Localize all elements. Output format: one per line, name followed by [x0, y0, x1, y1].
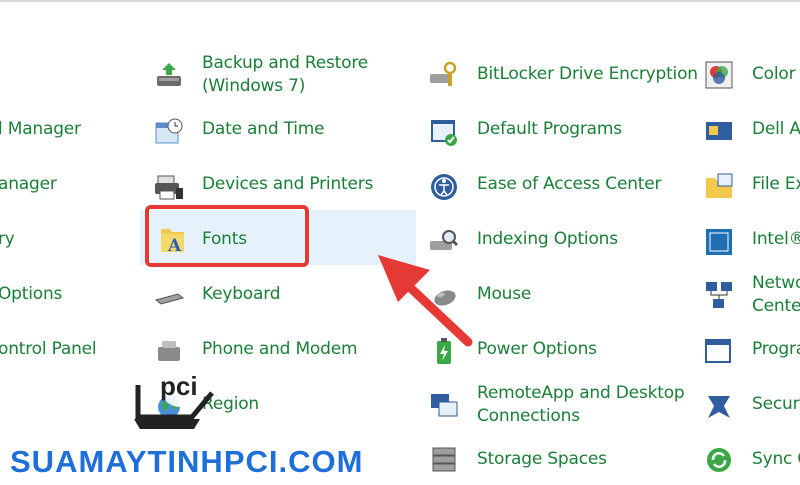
control-panel-item-file-explorer[interactable]: File Ex [700, 170, 800, 210]
control-panel-item-devices-printers[interactable]: Devices and Printers [150, 170, 410, 210]
backup-restore-icon [157, 63, 181, 86]
bitlocker-icon [430, 61, 457, 86]
annotation-red-box [145, 205, 309, 267]
control-panel-item-intel[interactable]: Intel® [700, 225, 800, 265]
watermark-text: SUAMAYTINHPCI.COM [10, 444, 364, 479]
storage-spaces-icon [432, 447, 456, 472]
watermark-logo-text: pci [160, 371, 198, 401]
ease-of-access-icon [431, 174, 457, 200]
control-panel-item-history[interactable]: ry [0, 228, 100, 268]
watermark-logo: pci [134, 367, 214, 429]
color-icon [705, 61, 733, 89]
default-programs-icon [431, 120, 457, 146]
item-label: Default Programs [477, 119, 622, 139]
control-panel-item-network-sharing[interactable]: Netwo Cente [700, 272, 800, 320]
sync-icon [707, 448, 731, 472]
item-label-line2: Connections [477, 406, 580, 426]
programs-icon [705, 339, 731, 363]
item-label-line2: Cente [752, 296, 800, 316]
control-panel-item-bitlocker[interactable]: BitLocker Drive Encryption [425, 60, 698, 100]
item-label: Progra [752, 339, 800, 359]
date-time-icon [155, 118, 183, 144]
item-label: ontrol Panel [0, 339, 97, 359]
control-panel-item-device-manager[interactable]: l Manager [0, 118, 100, 158]
file-explorer-icon [706, 173, 733, 198]
item-label: anager [0, 174, 57, 194]
item-label: Keyboard [202, 284, 281, 304]
item-label: Date and Time [202, 119, 325, 139]
control-panel-item-security-maintenance[interactable]: Securi [700, 390, 800, 430]
item-label: Intel® [752, 229, 800, 249]
item-label-line1: Backup and Restore [202, 53, 369, 73]
item-label-line2: (Windows 7) [202, 76, 306, 96]
control-panel-item-nvidia-control-panel[interactable]: ontrol Panel [0, 338, 100, 378]
control-panel-item-color-management[interactable]: Color [700, 60, 800, 100]
top-border [0, 0, 800, 2]
security-icon [708, 396, 730, 418]
control-panel-item-default-programs[interactable]: Default Programs [425, 115, 695, 155]
item-label-line1: Netwo [752, 273, 800, 293]
item-label: Securi [752, 394, 800, 414]
control-panel-item-credential-manager[interactable]: anager [0, 173, 100, 213]
item-label: BitLocker Drive Encryption [477, 64, 698, 84]
control-panel-item-ease-of-access[interactable]: Ease of Access Center [425, 170, 695, 210]
control-panel-item-storage-spaces[interactable]: Storage Spaces [425, 445, 695, 485]
item-label: Ease of Access Center [477, 174, 662, 194]
item-label: ry [0, 229, 15, 249]
control-panel-item-backup-restore[interactable]: Backup and Restore (Windows 7) [150, 52, 410, 100]
item-label: Dell A [752, 119, 800, 139]
control-panel-item-date-time[interactable]: Date and Time [150, 115, 410, 155]
item-label: Devices and Printers [202, 174, 374, 194]
item-label: File Ex [752, 174, 800, 194]
network-icon [706, 282, 732, 308]
keyboard-icon [154, 293, 184, 305]
control-panel-item-programs-features[interactable]: Progra [700, 335, 800, 375]
control-panel-item-sync-center[interactable]: Sync C [700, 445, 800, 485]
devices-printers-icon [155, 175, 183, 200]
dell-icon [706, 122, 732, 140]
intel-icon [706, 229, 732, 255]
item-label: l Manager [0, 119, 81, 139]
item-label: Sync C [752, 449, 800, 469]
control-panel-item-internet-options[interactable]: Options [0, 283, 100, 323]
control-panel-item-dell[interactable]: Dell A [700, 115, 800, 155]
annotation-red-arrow [378, 255, 473, 347]
item-label: Color [752, 64, 796, 84]
item-label: Storage Spaces [477, 449, 607, 469]
item-label: Options [0, 284, 63, 304]
